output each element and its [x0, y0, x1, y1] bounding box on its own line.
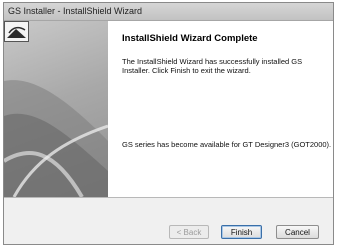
- decorative-swoosh-graphic: [4, 80, 108, 197]
- cancel-button[interactable]: Cancel: [276, 225, 319, 239]
- wizard-info: GS series has become available for GT De…: [122, 140, 332, 149]
- wizard-side-panel: [4, 21, 108, 197]
- wizard-content: InstallShield Wizard Complete The Instal…: [122, 21, 331, 197]
- installer-window: GS Installer - InstallShield Wizard Inst…: [3, 2, 334, 245]
- wizard-message: The InstallShield Wizard has successfull…: [122, 57, 303, 75]
- wizard-heading: InstallShield Wizard Complete: [122, 33, 258, 44]
- footer-divider: [4, 197, 333, 198]
- back-button[interactable]: < Back: [169, 225, 209, 239]
- installshield-logo-icon: [4, 21, 29, 42]
- wizard-client-area: InstallShield Wizard Complete The Instal…: [4, 21, 333, 197]
- window-title: GS Installer - InstallShield Wizard: [8, 6, 143, 16]
- finish-button[interactable]: Finish: [221, 225, 262, 239]
- title-bar[interactable]: GS Installer - InstallShield Wizard: [4, 3, 333, 21]
